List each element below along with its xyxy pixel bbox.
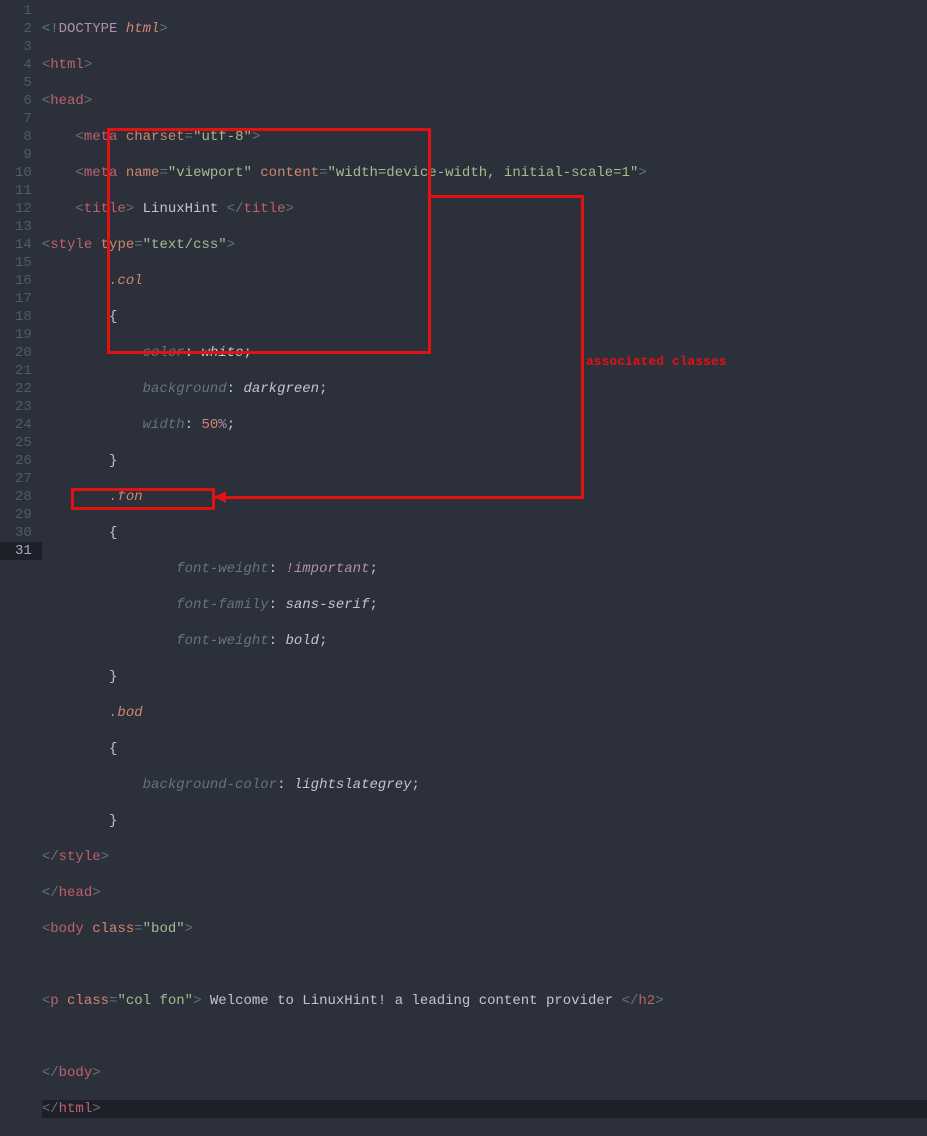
line-number: 18 bbox=[15, 308, 32, 326]
line-number: 10 bbox=[15, 164, 32, 182]
code-line[interactable]: } bbox=[42, 812, 927, 830]
line-number: 19 bbox=[15, 326, 32, 344]
line-number: 21 bbox=[15, 362, 32, 380]
code-line[interactable]: <html> bbox=[42, 56, 927, 74]
code-line[interactable]: background: darkgreen; bbox=[42, 380, 927, 398]
line-number: 17 bbox=[15, 290, 32, 308]
code-line[interactable]: .bod bbox=[42, 704, 927, 722]
code-line[interactable]: <body class="bod"> bbox=[42, 920, 927, 938]
code-line[interactable]: color: white; bbox=[42, 344, 927, 362]
line-number: 11 bbox=[15, 182, 32, 200]
line-number: 26 bbox=[15, 452, 32, 470]
code-line[interactable]: { bbox=[42, 524, 927, 542]
code-line[interactable]: } bbox=[42, 668, 927, 686]
code-line[interactable]: } bbox=[42, 452, 927, 470]
line-number: 6 bbox=[15, 92, 32, 110]
code-line[interactable]: <style type="text/css"> bbox=[42, 236, 927, 254]
code-line[interactable]: </style> bbox=[42, 848, 927, 866]
line-number: 24 bbox=[15, 416, 32, 434]
code-line[interactable]: <!DOCTYPE html> bbox=[42, 20, 927, 38]
code-line[interactable]: </html> bbox=[42, 1100, 927, 1118]
code-area[interactable]: <!DOCTYPE html> <html> <head> <meta char… bbox=[42, 0, 927, 568]
line-number: 30 bbox=[15, 524, 32, 542]
line-number: 4 bbox=[15, 56, 32, 74]
line-number-gutter: 1 2 3 4 5 6 7 8 9 10 11 12 13 14 15 16 1… bbox=[0, 0, 42, 568]
annotation-label: associated classes bbox=[586, 354, 726, 369]
annotation-arrowhead-icon bbox=[214, 491, 226, 503]
line-number: 3 bbox=[15, 38, 32, 56]
line-number: 8 bbox=[15, 128, 32, 146]
code-line[interactable]: <meta charset="utf-8"> bbox=[42, 128, 927, 146]
line-number: 5 bbox=[15, 74, 32, 92]
code-line[interactable]: <head> bbox=[42, 92, 927, 110]
code-line[interactable]: </head> bbox=[42, 884, 927, 902]
code-line[interactable]: width: 50%; bbox=[42, 416, 927, 434]
code-line[interactable]: <title> LinuxHint </title> bbox=[42, 200, 927, 218]
code-editor: 1 2 3 4 5 6 7 8 9 10 11 12 13 14 15 16 1… bbox=[0, 0, 927, 568]
line-number: 12 bbox=[15, 200, 32, 218]
code-line[interactable]: background-color: lightslategrey; bbox=[42, 776, 927, 794]
line-number: 15 bbox=[15, 254, 32, 272]
code-line[interactable]: { bbox=[42, 740, 927, 758]
line-number: 7 bbox=[15, 110, 32, 128]
code-line[interactable]: .fon bbox=[42, 488, 927, 506]
line-number: 14 bbox=[15, 236, 32, 254]
line-number: 31 bbox=[0, 542, 42, 560]
code-line[interactable]: font-weight: bold; bbox=[42, 632, 927, 650]
line-number: 2 bbox=[15, 20, 32, 38]
line-number: 20 bbox=[15, 344, 32, 362]
code-line[interactable] bbox=[42, 956, 927, 974]
line-number: 13 bbox=[15, 218, 32, 236]
line-number: 28 bbox=[15, 488, 32, 506]
line-number: 29 bbox=[15, 506, 32, 524]
line-number: 25 bbox=[15, 434, 32, 452]
line-number: 16 bbox=[15, 272, 32, 290]
line-number: 1 bbox=[15, 2, 32, 20]
line-number: 22 bbox=[15, 380, 32, 398]
code-line[interactable]: <p class="col fon"> Welcome to LinuxHint… bbox=[42, 992, 927, 1010]
code-line[interactable]: font-weight: !important; bbox=[42, 560, 927, 578]
line-number: 9 bbox=[15, 146, 32, 164]
code-line[interactable]: { bbox=[42, 308, 927, 326]
code-line[interactable]: <meta name="viewport" content="width=dev… bbox=[42, 164, 927, 182]
code-line[interactable]: font-family: sans-serif; bbox=[42, 596, 927, 614]
code-line[interactable]: .col bbox=[42, 272, 927, 290]
line-number: 23 bbox=[15, 398, 32, 416]
code-line[interactable] bbox=[42, 1028, 927, 1046]
code-line[interactable]: </body> bbox=[42, 1064, 927, 1082]
line-number: 27 bbox=[15, 470, 32, 488]
